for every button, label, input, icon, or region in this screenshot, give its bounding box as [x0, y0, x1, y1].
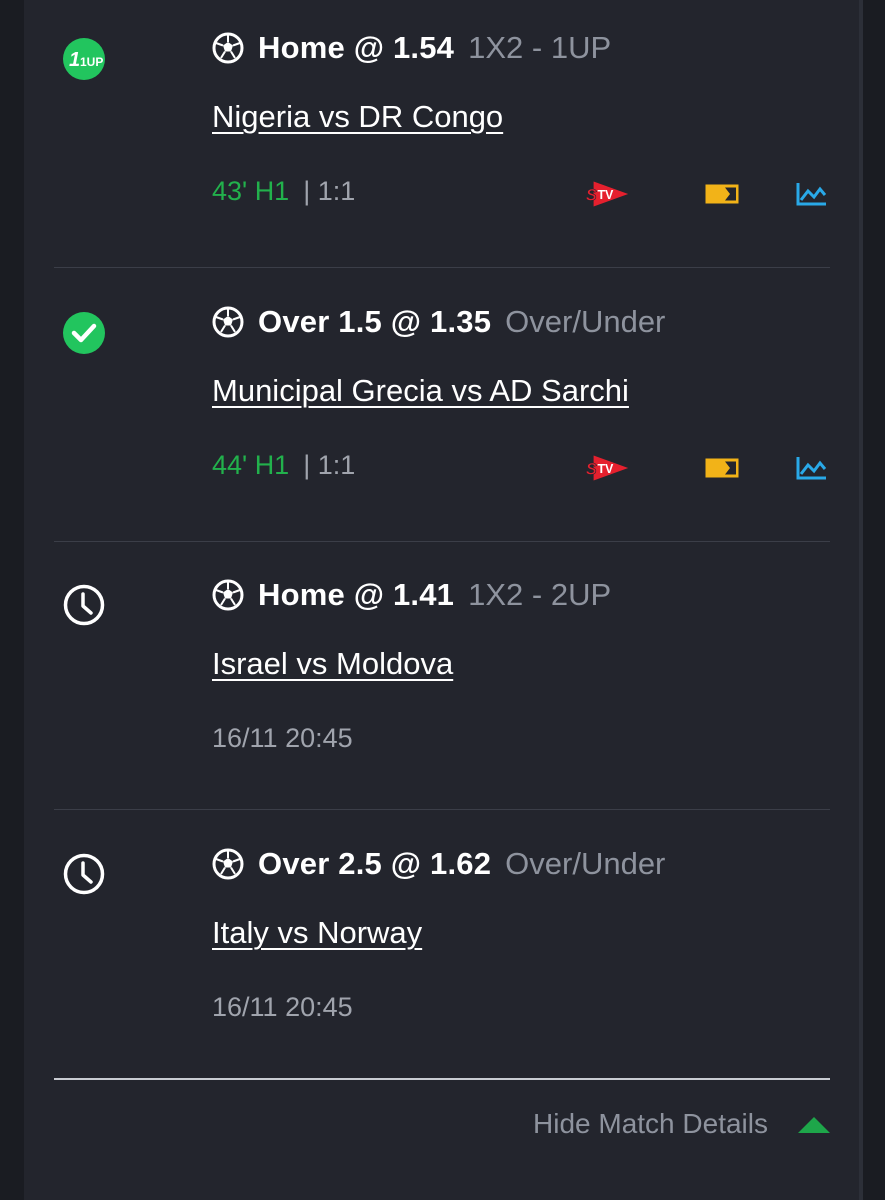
- selection-line: Over 1.5 @ 1.35 Over/Under: [212, 304, 665, 340]
- live-time: 43' H1: [212, 176, 290, 206]
- svg-text:S: S: [586, 461, 597, 479]
- divider: [54, 541, 830, 542]
- match-link[interactable]: Municipal Grecia vs AD Sarchi: [212, 373, 629, 409]
- kickoff-time: 16/11 20:45: [212, 723, 353, 753]
- match-status: 16/11 20:45: [212, 992, 353, 1023]
- svg-text:1UP: 1UP: [80, 55, 103, 69]
- soccer-ball-icon: [212, 848, 244, 880]
- stv-icon[interactable]: S TV: [584, 174, 632, 214]
- selection-name: Over 2.5 @ 1.62: [258, 846, 492, 881]
- selection-name: Over 1.5 @ 1.35: [258, 304, 492, 339]
- svg-text:TV: TV: [597, 188, 614, 202]
- divider: [54, 809, 830, 810]
- selection-name: Home @ 1.41: [258, 577, 455, 612]
- soccer-ball-icon: [212, 306, 244, 338]
- stats-chart-icon[interactable]: [788, 448, 836, 488]
- selection-name: Home @ 1.54: [258, 30, 455, 65]
- clock-icon: [61, 851, 107, 897]
- match-status: 43' H1 | 1:1: [212, 176, 355, 207]
- one-up-badge-icon: 1 1UP: [61, 36, 107, 82]
- selection-line: Over 2.5 @ 1.62 Over/Under: [212, 846, 665, 882]
- live-score: | 1:1: [303, 176, 356, 206]
- match-link[interactable]: Nigeria vs DR Congo: [212, 99, 503, 135]
- soccer-ball-icon: [212, 32, 244, 64]
- bet-details-panel: 1 1UP Home @ 1.54 1X2 - 1UP Nigeria vs D…: [24, 0, 860, 1200]
- divider: [54, 267, 830, 268]
- clock-icon: [61, 582, 107, 628]
- soccer-ball-icon: [212, 579, 244, 611]
- stats-chart-icon[interactable]: [788, 174, 836, 214]
- market-name: Over/Under: [505, 846, 666, 881]
- divider: [54, 1078, 830, 1080]
- svg-text:S: S: [586, 187, 597, 205]
- scoreboard-icon[interactable]: [698, 448, 746, 488]
- selection-line: Home @ 1.41 1X2 - 2UP: [212, 577, 611, 613]
- match-status: 44' H1 | 1:1: [212, 450, 355, 481]
- hide-match-details-label[interactable]: Hide Match Details: [533, 1108, 768, 1140]
- svg-text:1: 1: [69, 49, 80, 71]
- kickoff-time: 16/11 20:45: [212, 992, 353, 1022]
- market-name: Over/Under: [505, 304, 666, 339]
- market-name: 1X2 - 2UP: [468, 577, 612, 612]
- check-circle-icon: [61, 310, 107, 356]
- match-link[interactable]: Italy vs Norway: [212, 915, 422, 951]
- match-actions: S TV: [584, 174, 827, 214]
- panel-edge: [859, 0, 863, 1200]
- svg-text:TV: TV: [597, 462, 614, 476]
- market-name: 1X2 - 1UP: [468, 30, 612, 65]
- live-time: 44' H1: [212, 450, 290, 480]
- match-link[interactable]: Israel vs Moldova: [212, 646, 453, 682]
- scoreboard-icon[interactable]: [698, 174, 746, 214]
- stv-icon[interactable]: S TV: [584, 448, 632, 488]
- caret-up-icon[interactable]: [798, 1117, 830, 1133]
- match-actions: S TV: [584, 448, 827, 488]
- match-status: 16/11 20:45: [212, 723, 353, 754]
- selection-line: Home @ 1.54 1X2 - 1UP: [212, 30, 611, 66]
- hide-match-details-toggle[interactable]: Hide Match Details: [24, 1100, 860, 1152]
- live-score: | 1:1: [303, 450, 356, 480]
